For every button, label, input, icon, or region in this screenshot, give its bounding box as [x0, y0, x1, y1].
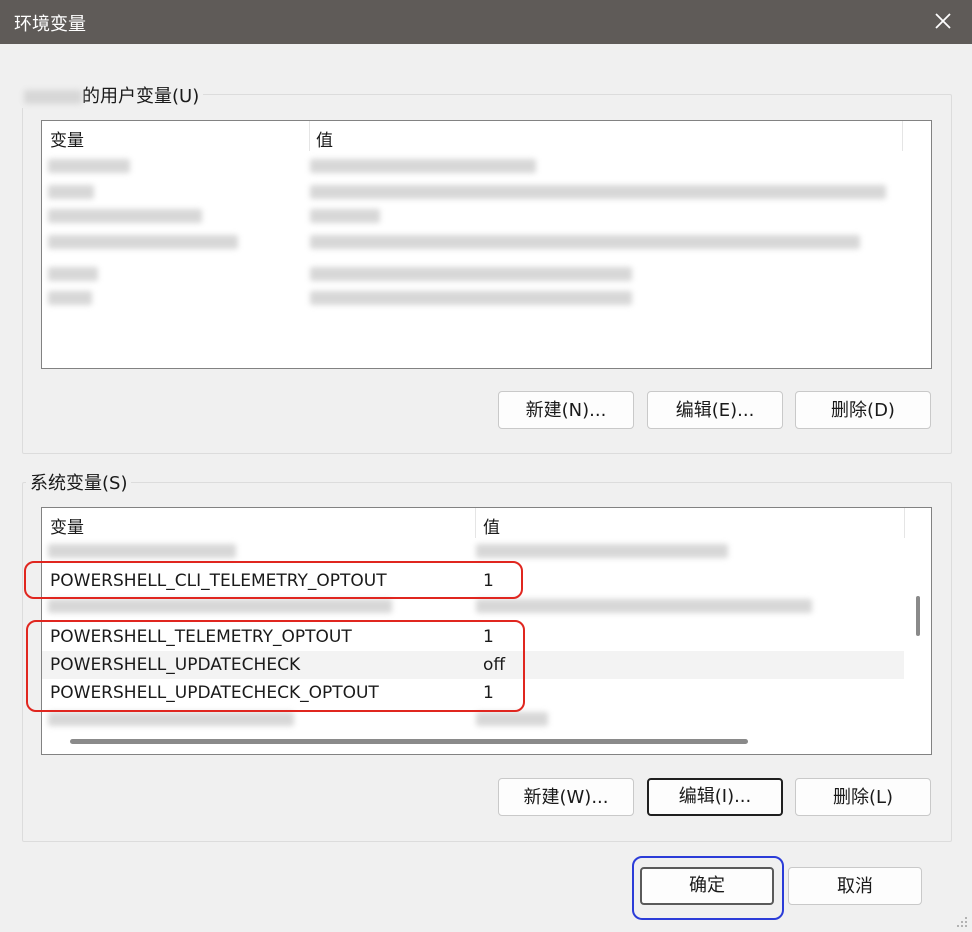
title-bar: 环境变量: [0, 0, 972, 44]
cancel-button[interactable]: 取消: [788, 867, 922, 905]
redacted-username: [24, 90, 82, 104]
system-vars-label: 系统变量(S): [26, 469, 132, 495]
redacted-value: [310, 267, 632, 281]
system-delete-button[interactable]: 删除(L): [795, 778, 931, 816]
redacted-name: [48, 159, 130, 173]
list-item[interactable]: [42, 708, 904, 736]
redacted-value: [310, 291, 632, 305]
redacted-value: [310, 235, 860, 249]
redacted-value: [476, 599, 812, 613]
list-item[interactable]: [42, 205, 931, 233]
system-vars-header: 变量 值: [42, 508, 931, 539]
redacted-name: [48, 235, 238, 249]
list-item[interactable]: [42, 231, 931, 259]
close-icon: [935, 13, 951, 29]
user-vars-list[interactable]: 变量 值: [41, 120, 932, 369]
user-vars-header: 变量 值: [42, 121, 931, 152]
user-vars-label: 的用户变量(U): [82, 86, 200, 107]
highlight-box: [632, 856, 784, 920]
user-delete-button[interactable]: 删除(D): [795, 391, 931, 429]
system-col-name[interactable]: 变量: [50, 513, 84, 538]
redacted-value: [476, 712, 548, 726]
window-title: 环境变量: [14, 14, 86, 35]
list-item[interactable]: [42, 595, 904, 623]
horizontal-scrollbar-thumb[interactable]: [70, 739, 748, 744]
redacted-name: [48, 209, 202, 223]
redacted-value: [310, 159, 536, 173]
close-button[interactable]: [928, 6, 958, 36]
redacted-name: [48, 185, 94, 199]
redacted-name: [48, 291, 92, 305]
list-item[interactable]: [42, 155, 931, 183]
highlight-box: [26, 620, 525, 712]
vertical-scrollbar-thumb[interactable]: [916, 596, 920, 636]
user-new-button[interactable]: 新建(N)...: [498, 391, 634, 429]
user-vars-label-wrap: 的用户变量(U): [20, 82, 204, 108]
redacted-value: [476, 544, 728, 558]
column-divider[interactable]: [902, 121, 903, 151]
user-edit-button[interactable]: 编辑(E)...: [647, 391, 783, 429]
redacted-value: [310, 209, 380, 223]
redacted-name: [48, 267, 98, 281]
system-new-button[interactable]: 新建(W)...: [498, 778, 634, 816]
list-item[interactable]: [42, 287, 931, 315]
resize-grip-icon[interactable]: [954, 914, 968, 928]
redacted-name: [48, 544, 236, 558]
highlight-box: [24, 561, 523, 599]
user-col-value[interactable]: 值: [316, 126, 333, 151]
redacted-name: [48, 712, 294, 726]
redacted-name: [48, 599, 392, 613]
user-col-name[interactable]: 变量: [50, 126, 84, 151]
redacted-value: [310, 185, 886, 199]
column-divider[interactable]: [475, 508, 476, 538]
column-divider[interactable]: [904, 508, 905, 538]
system-col-value[interactable]: 值: [483, 513, 500, 538]
system-edit-button[interactable]: 编辑(I)...: [647, 778, 783, 816]
column-divider[interactable]: [309, 121, 310, 151]
